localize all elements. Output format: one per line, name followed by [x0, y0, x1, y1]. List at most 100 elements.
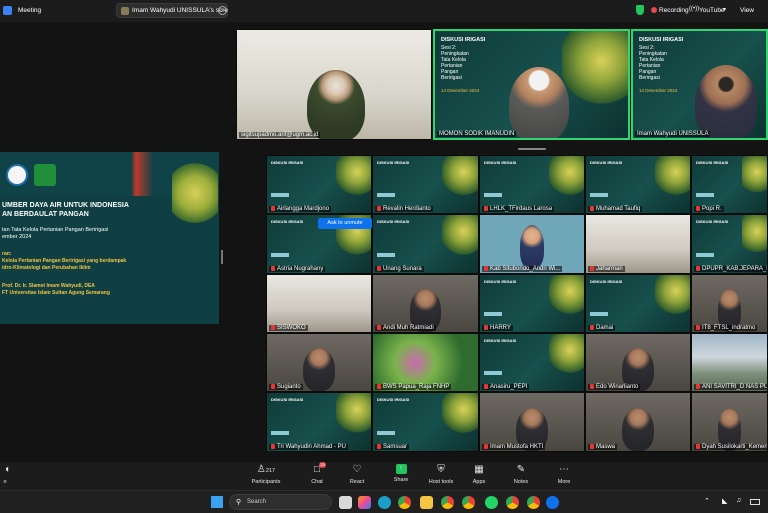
participant-tile[interactable]: ANI SAVITRI_D NAS PUS	[691, 333, 768, 392]
participant-tile[interactable]: DISKUSI IRIGASI Tri Wahyudin Ahmad - PU	[266, 392, 372, 452]
participant-name: Airlangga Mardjono	[269, 205, 332, 212]
recording-label[interactable]: Recording	[659, 7, 689, 14]
apps-icon: ▦	[474, 464, 484, 475]
tray-chevron-icon[interactable]: ⌃	[704, 497, 710, 505]
notes-button[interactable]: ✎ Notes	[510, 464, 532, 485]
screen-share-pill[interactable]: Imam Wahyudi UNISSULA's scre …	[116, 3, 228, 18]
shared-screen: UMBER DAYA AIR UNTUK INDONESIA AN BERDAU…	[0, 152, 219, 324]
participant-name: Edo Winarlianto	[588, 383, 641, 390]
zoom-app-icon[interactable]	[546, 496, 559, 509]
search-box[interactable]: ⚲ Search	[229, 494, 332, 510]
slide-topic: Peningkatan Tata Kelola Pertanian Pangan…	[441, 51, 469, 81]
participant-tile[interactable]: DISKUSI IRIGASI Anasiru_PEPI	[479, 333, 585, 392]
battery-icon[interactable]	[750, 499, 760, 505]
participant-tile[interactable]: DISKUSI IRIGASI DPUPR_KAB.JEPARA_LAT	[691, 214, 768, 274]
more-button[interactable]: ⋯ More	[553, 464, 575, 485]
task-view-icon[interactable]	[339, 496, 352, 509]
audio-button[interactable]: ◖ o	[0, 464, 10, 485]
participant-tile[interactable]: Edo Winarlianto	[585, 333, 691, 392]
chrome-icon[interactable]	[506, 496, 519, 509]
participant-name-text: Revalin Herdianto	[383, 206, 431, 212]
speaker-tile-2[interactable]: DISKUSI IRIGASI Sesi 2: Peningkatan Tata…	[433, 29, 630, 140]
more-icon[interactable]: …	[218, 6, 227, 15]
participant-name-text: SISWOKO	[277, 325, 306, 331]
volume-icon[interactable]: ♫	[736, 497, 741, 504]
mic-muted-icon	[590, 443, 594, 449]
slide-logo-strip	[271, 193, 289, 197]
chat-button[interactable]: □ 16 Chat	[305, 462, 329, 485]
participant-name-text: BWS Papua_Raja FNHP	[383, 384, 450, 390]
logo-icon	[6, 164, 28, 186]
notes-label: Notes	[513, 479, 529, 485]
participant-name: LHLK_TFirdaus Larosa	[482, 205, 555, 212]
participant-tile[interactable]: DISKUSI IRIGASI Revalin Herdianto	[372, 155, 479, 214]
mic-muted-icon	[484, 383, 488, 389]
view-label[interactable]: View	[740, 7, 754, 14]
mic-muted-icon	[590, 205, 594, 211]
mic-muted-icon	[696, 443, 700, 449]
splitter-handle[interactable]	[221, 250, 223, 264]
windows-start-icon[interactable]	[211, 496, 223, 508]
participant-tile[interactable]: Imam Mustofa HKTI	[479, 392, 585, 452]
chrome-icon[interactable]	[527, 496, 540, 509]
participant-tile[interactable]: Andi Muh Ratmiadi	[372, 274, 479, 333]
chrome-icon[interactable]	[441, 496, 454, 509]
apps-button[interactable]: ▦ Apps	[468, 464, 490, 485]
participant-name: Tri Wahyudin Ahmad - PU	[269, 443, 348, 450]
participant-tile[interactable]: Dyah Susilokarti_Kemen	[691, 392, 768, 452]
more-icon: ⋯	[559, 464, 569, 475]
chrome-icon[interactable]	[462, 496, 475, 509]
slide-logo-strip	[484, 312, 502, 316]
participant-tile[interactable]: Sugianto	[266, 333, 372, 392]
slide-title: DISKUSI IRIGASI	[590, 160, 623, 165]
participants-button[interactable]: ♙217 Participants	[247, 464, 285, 485]
share-icon: ↑	[395, 464, 407, 474]
participant-tile[interactable]: DISKUSI IRIGASI Airlangga Mardjono	[266, 155, 372, 214]
file-explorer-icon[interactable]	[420, 496, 433, 509]
slide-line-9: FT Universitas Islam Sultan Agung Semara…	[2, 290, 110, 296]
youtube-label[interactable]: YouTube	[699, 7, 725, 14]
participant-tile[interactable]: DISKUSI IRIGASI Damai	[585, 274, 691, 333]
copilot-icon[interactable]	[358, 496, 371, 509]
ask-to-unmute-button[interactable]: Ask to unmute	[318, 218, 372, 229]
title-bar: Meeting Imam Wahyudi UNISSULA's scre … R…	[0, 0, 768, 22]
participant-tile[interactable]: DISKUSI IRIGASI LHLK_TFirdaus Larosa	[479, 155, 585, 214]
slide-logo-strip	[484, 371, 502, 375]
slide-foliage	[335, 156, 371, 196]
participant-tile[interactable]: SISWOKO	[266, 274, 372, 333]
youtube-icon: ((•))	[689, 6, 700, 12]
share-button[interactable]: ↑ Share	[389, 464, 413, 483]
whatsapp-icon[interactable]	[485, 496, 498, 509]
participant-tile[interactable]: Maswa	[585, 392, 691, 452]
participant-name-text: Maswa	[596, 444, 616, 450]
security-shield-icon[interactable]	[636, 5, 644, 15]
participant-tile[interactable]: IT8_FTSL_indratmo	[691, 274, 768, 333]
participant-tile[interactable]: Jaharman	[585, 214, 691, 274]
participant-tile[interactable]: BWS Papua_Raja FNHP	[372, 333, 479, 392]
mic-muted-icon	[590, 265, 594, 271]
speaker-tile-3[interactable]: DISKUSI IRIGASI Sesi 2: Peningkatan Tata…	[631, 29, 768, 140]
participant-name: Sugianto	[269, 383, 303, 390]
resize-handle[interactable]	[518, 148, 546, 150]
wifi-icon[interactable]: ◣	[722, 497, 727, 505]
speaker-tile-1[interactable]: sigitsupadmo.arif@ugm.ac.id	[236, 29, 432, 140]
slide-line-3: tan Tata Kelola Pertanian Pangan Beririg…	[2, 227, 109, 233]
participant-tile[interactable]: DISKUSI IRIGASI HARRY	[479, 274, 585, 333]
chrome-icon[interactable]	[398, 496, 411, 509]
participant-tile[interactable]: DISKUSI IRIGASI Unang Sunara	[372, 214, 479, 274]
participant-tile[interactable]: DISKUSI IRIGASI Samsuar	[372, 392, 479, 452]
participant-tile[interactable]: Kab Situbondo_Andri Wi...	[479, 214, 585, 274]
mic-muted-icon	[271, 324, 275, 330]
slide-logo-strip	[377, 431, 395, 435]
participant-name: Dyah Susilokarti_Kemen	[694, 443, 768, 450]
edge-icon[interactable]	[378, 496, 391, 509]
participant-name: ANI SAVITRI_D NAS PUS	[694, 383, 767, 390]
participant-tile[interactable]: DISKUSI IRIGASI Popi R.	[691, 155, 768, 214]
participant-name-text: Sugianto	[277, 384, 301, 390]
participant-tile[interactable]: DISKUSI IRIGASI Muhamad Taufiq	[585, 155, 691, 214]
slide-title: DISKUSI IRIGASI	[271, 160, 304, 165]
participant-name-text: Dyah Susilokarti_Kemen	[702, 444, 768, 450]
react-button[interactable]: ♡ React	[345, 464, 369, 485]
chevron-down-icon[interactable]: ▾	[723, 6, 726, 13]
host-tools-button[interactable]: ⛨ Host tools	[426, 464, 456, 485]
